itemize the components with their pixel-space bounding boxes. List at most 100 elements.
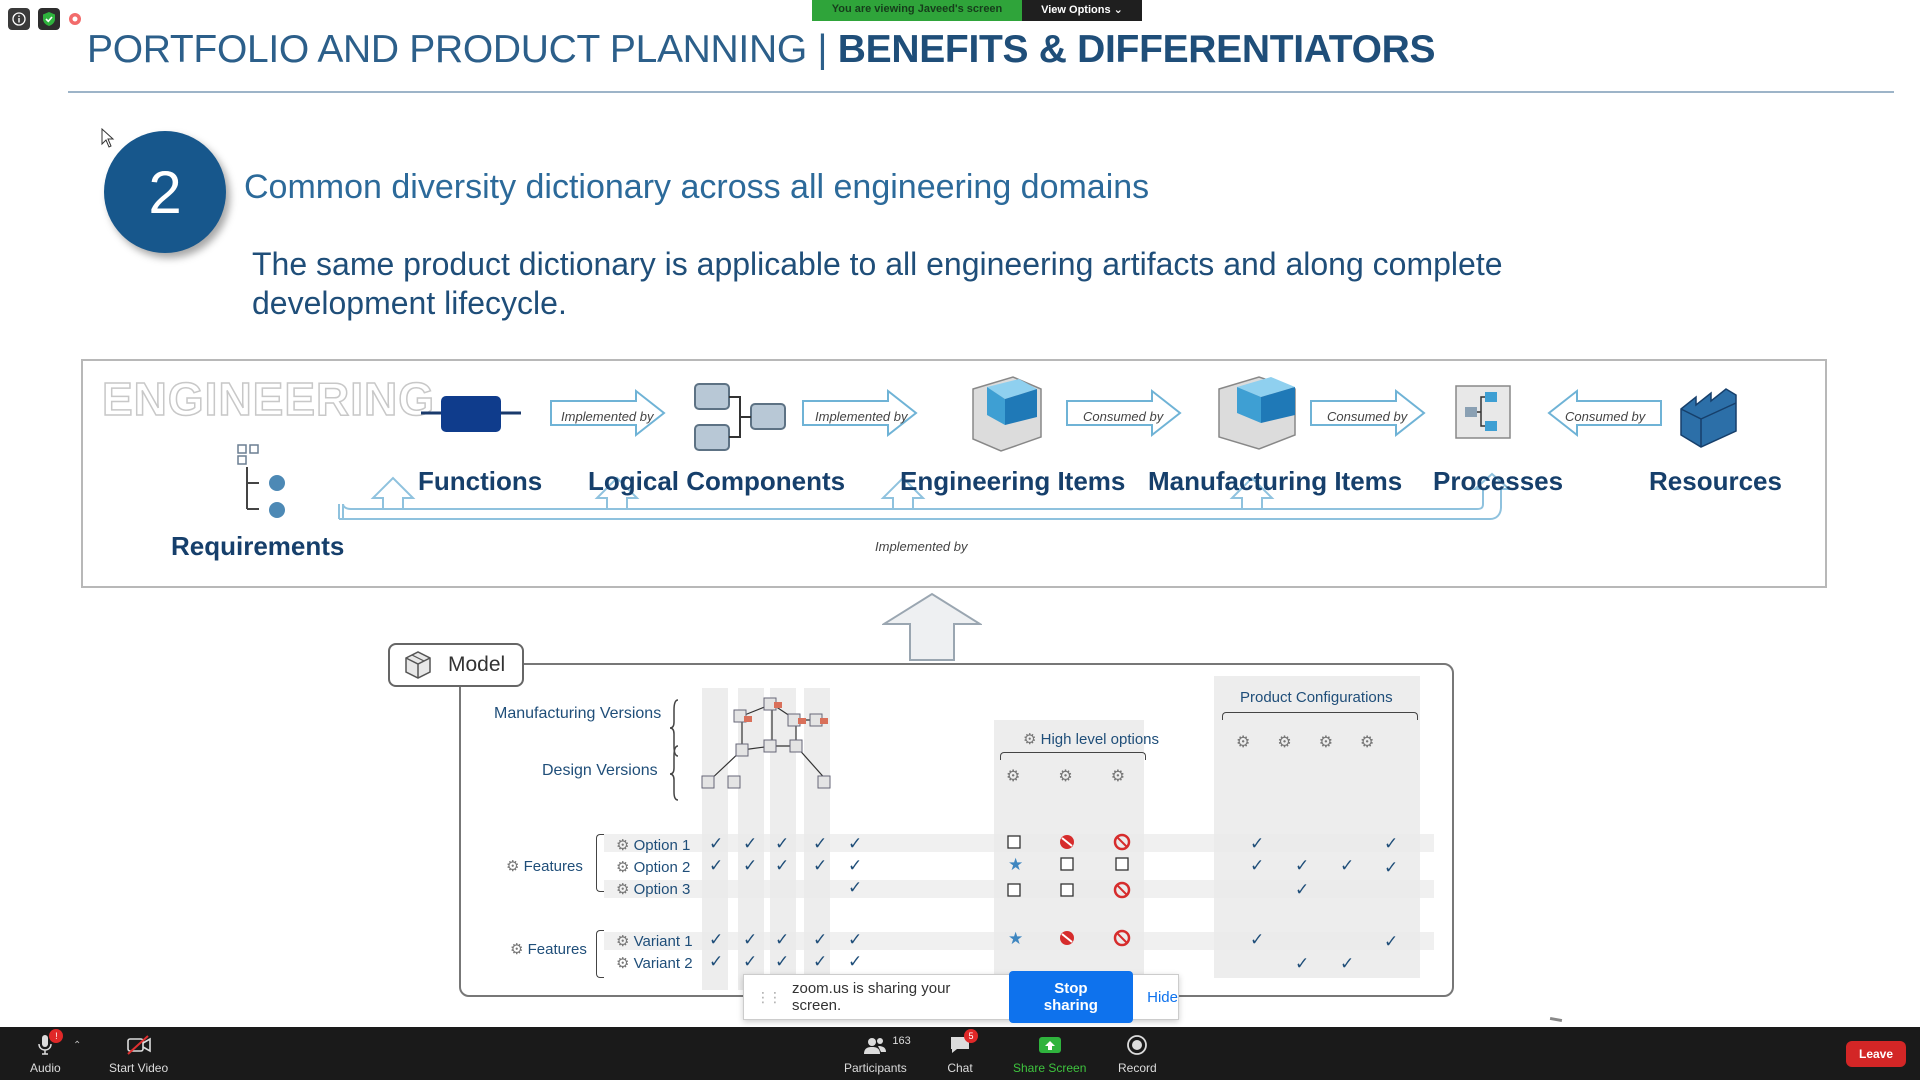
record-icon (1124, 1033, 1150, 1057)
chat-button[interactable]: 5 Chat (947, 1029, 978, 1075)
chat-unread-badge: 5 (964, 1029, 978, 1043)
variant-2-label: ⚙ Variant 2 (616, 955, 693, 972)
gear-icon: ⚙ (616, 955, 630, 972)
leave-button[interactable]: Leave (1846, 1041, 1906, 1067)
title-divider (68, 91, 1894, 93)
chat-icon: 5 (947, 1029, 978, 1057)
check-icon: ✓ (743, 930, 758, 949)
check-icon: ✓ (743, 834, 758, 853)
model-cube-icon (405, 651, 431, 679)
check-icon: ✓ (743, 856, 758, 875)
check-icon: ✓ (848, 952, 863, 971)
hide-button[interactable]: Hide (1147, 989, 1178, 1006)
participants-button[interactable]: 163 Participants (844, 1033, 911, 1075)
high-level-options-label: ⚙ High level options (1023, 731, 1160, 748)
chevron-down-icon: ⌄ (1113, 4, 1123, 16)
implemented-by-label: Implemented by (561, 409, 654, 424)
viewing-banner: You are viewing Javeed's screen View Opt… (812, 0, 1142, 21)
manufacturing-items-label: Manufacturing Items (1148, 466, 1403, 496)
mouse-cursor-icon (101, 128, 115, 148)
consumed-by-label: Consumed by (1327, 409, 1408, 424)
record-button[interactable]: Record (1118, 1033, 1157, 1075)
check-icon: ✓ (1295, 856, 1310, 875)
option-3-label: ⚙ Option 3 (616, 881, 691, 898)
share-screen-button[interactable]: Share Screen (1013, 1033, 1086, 1075)
screen-share-popup: ⋮⋮ zoom.us is sharing your screen. Stop … (743, 971, 1179, 1023)
design-versions-label: Design Versions (542, 762, 658, 779)
model-tab: Model (388, 643, 524, 687)
version-graph (669, 697, 831, 801)
gear-icon: ⚙ (616, 933, 630, 950)
high-level-options-matrix: ★ ★ (1007, 833, 1131, 949)
audio-button[interactable]: ! Audio (30, 1029, 64, 1075)
viewing-text: You are viewing Javeed's screen (812, 0, 1022, 21)
check-icon: ✓ (1295, 954, 1310, 973)
check-icon: ✓ (1384, 932, 1399, 951)
start-video-button[interactable]: Start Video (109, 1033, 168, 1075)
encryption-shield-icon[interactable] (38, 8, 60, 30)
gear-icon: ⚙ (510, 941, 524, 958)
options-brace (1000, 752, 1146, 760)
stop-sharing-button[interactable]: Stop sharing (1008, 971, 1134, 1023)
gear-icon: ⚙ (616, 881, 630, 898)
variants-bracket (596, 930, 604, 978)
share-screen-icon (1037, 1033, 1063, 1057)
logical-components-icon (694, 383, 786, 451)
check-icon: ✓ (848, 878, 863, 897)
check-icon: ✓ (775, 834, 790, 853)
configurations-brace (1222, 712, 1418, 720)
check-icon: ✓ (813, 930, 828, 949)
check-icon: ✓ (813, 952, 828, 971)
share-status-text: zoom.us is sharing your screen. (792, 980, 951, 1014)
check-icon: ✓ (813, 856, 828, 875)
check-icon: ✓ (775, 952, 790, 971)
check-icon: ✓ (813, 834, 828, 853)
features-label-options: ⚙ Features (506, 858, 583, 875)
info-icon[interactable] (8, 8, 30, 30)
drag-handle-icon[interactable]: ⋮⋮ (756, 989, 782, 1006)
check-icon: ✓ (848, 834, 863, 853)
consumed-by-label: Consumed by (1565, 409, 1646, 424)
svg-text:★: ★ (1008, 855, 1023, 875)
manufacturing-items-icon (1218, 376, 1296, 450)
video-off-icon (126, 1033, 152, 1057)
check-icon: ✓ (1384, 858, 1399, 877)
up-arrow-icon (370, 476, 416, 510)
option-group-icon: ⚙ (1023, 731, 1037, 748)
slide-title: PORTFOLIO AND PRODUCT PLANNING | BENEFIT… (87, 28, 1436, 71)
logical-components-label: Logical Components (588, 466, 846, 496)
engineering-items-label: Engineering Items (900, 466, 1126, 496)
processes-label: Processes (1433, 466, 1564, 496)
options-bracket (596, 834, 604, 892)
check-icon: ✓ (1340, 856, 1355, 875)
status-icons (8, 8, 82, 30)
check-icon: ✓ (709, 834, 724, 853)
config-gear-icons: ⚙⚙⚙⚙ (1236, 734, 1402, 751)
option-2-label: ⚙ Option 2 (616, 859, 691, 876)
stray-mark (1549, 1016, 1563, 1023)
requirements-label: Requirements (171, 531, 345, 561)
gear-icon: ⚙ (616, 837, 630, 854)
engineering-items-icon (972, 376, 1042, 452)
slide-subtext: The same product dictionary is applicabl… (252, 246, 1503, 321)
check-icon: ✓ (1250, 856, 1265, 875)
resources-icon (1680, 388, 1737, 448)
check-icon: ✓ (848, 930, 863, 949)
functions-icon (421, 396, 521, 432)
option-1-label: ⚙ Option 1 (616, 837, 691, 854)
audio-options-chevron-icon[interactable]: ⌃ (73, 1040, 81, 1051)
consumed-by-label: Consumed by (1083, 409, 1164, 424)
check-icon: ✓ (1250, 834, 1265, 853)
gear-icon: ⚙ (616, 859, 630, 876)
microphone-icon: ! (32, 1029, 64, 1057)
model-label: Model (448, 653, 506, 676)
functions-label: Functions (418, 466, 543, 496)
implemented-by-label: Implemented by (815, 409, 908, 424)
variant-1-label: ⚙ Variant 1 (616, 933, 693, 950)
slide-heading: Common diversity dictionary across all e… (244, 168, 1150, 206)
check-icon: ✓ (743, 952, 758, 971)
participants-count: 163 (892, 1035, 911, 1047)
participants-icon: 163 (862, 1033, 911, 1057)
check-icon: ✓ (1295, 880, 1310, 899)
view-options-button[interactable]: View Options ⌄ (1022, 0, 1142, 21)
